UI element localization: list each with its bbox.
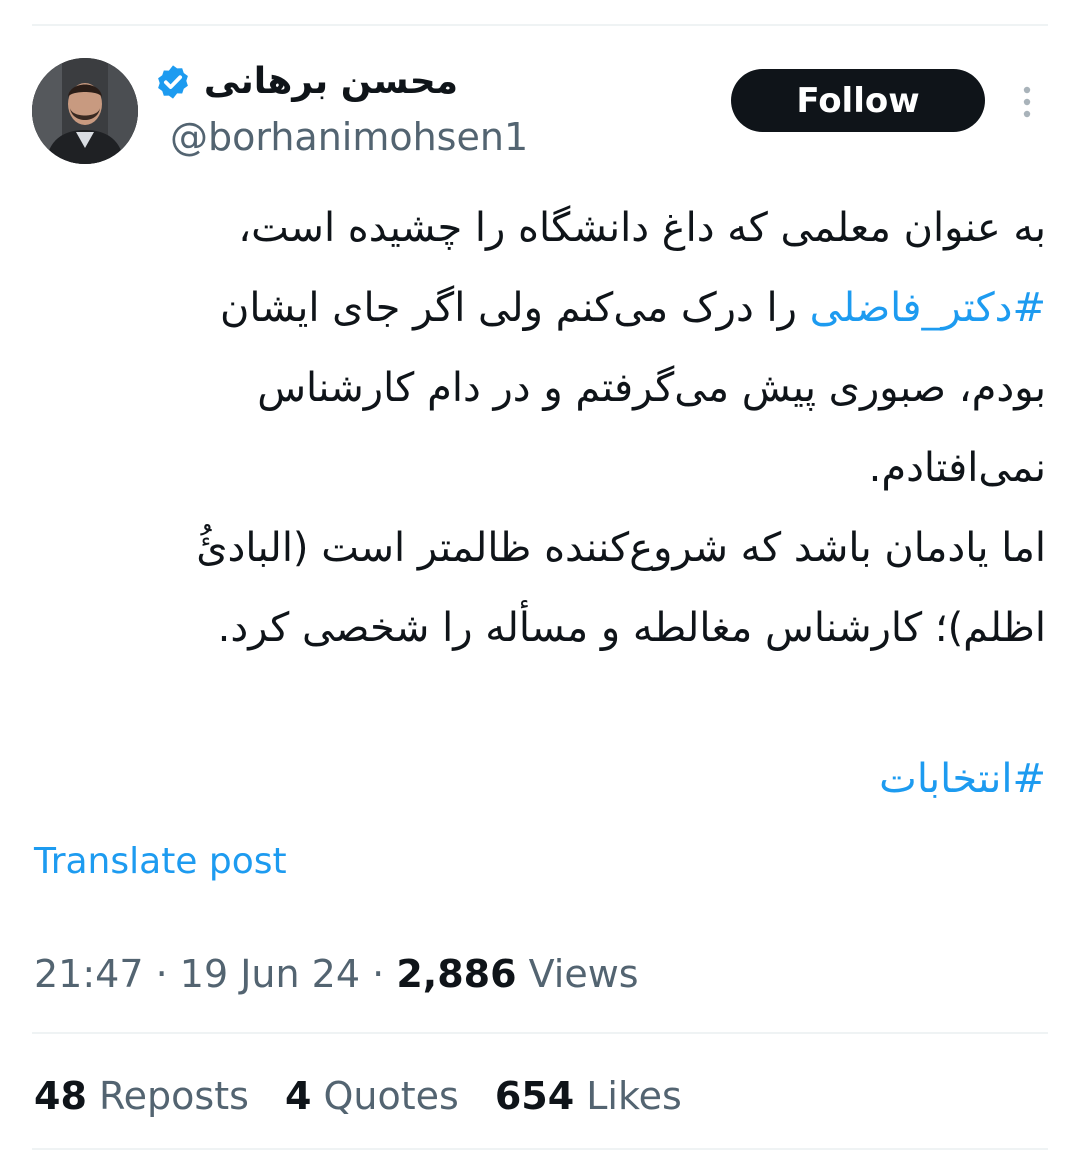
tweet-line: نمی‌افتادم. <box>34 428 1046 508</box>
translate-post-link[interactable]: Translate post <box>34 838 287 886</box>
hashtag-link-elections[interactable]: #انتخابات <box>879 756 1046 802</box>
verified-badge-icon <box>157 65 188 99</box>
author-avatar[interactable] <box>32 58 138 164</box>
reposts-stat[interactable]: 48 Reposts <box>34 1070 249 1122</box>
meta-separator: · <box>372 952 385 996</box>
more-options-icon[interactable] <box>1012 82 1042 122</box>
tweet-line: بودم، صبوری پیش می‌گرفتم و در دام کارشنا… <box>34 348 1046 428</box>
quotes-stat[interactable]: 4 Quotes <box>285 1070 459 1122</box>
likes-count: 654 <box>494 1074 575 1118</box>
hashtag-link[interactable]: #دکتر_فاضلی <box>810 285 1046 331</box>
engagement-stats: 48 Reposts 4 Quotes 654 Likes <box>34 1070 682 1122</box>
author-handle[interactable]: @borhanimohsen1 <box>170 114 528 160</box>
tweet-text-segment: به عنوان معلمی که داغ دانشگاه را چشیده ا… <box>238 205 1046 251</box>
tweet-text-segment: بودم، صبوری پیش می‌گرفتم و در دام کارشنا… <box>257 365 1046 411</box>
top-divider <box>32 24 1048 26</box>
tweet-text-segment: را درک می‌کنم ولی اگر جای ایشان <box>219 285 810 331</box>
bottom-divider <box>32 1148 1048 1150</box>
views-count: 2,886 <box>396 952 517 996</box>
tweet-text-segment: اظلم)؛ کارشناس مغالطه و مسأله را شخصی کر… <box>217 605 1046 651</box>
follow-button[interactable]: Follow <box>731 69 985 132</box>
author-display-name[interactable]: محسن برهانی <box>204 60 458 104</box>
likes-label: Likes <box>586 1074 682 1118</box>
profile-photo <box>32 58 138 164</box>
reposts-label: Reposts <box>98 1074 249 1118</box>
quotes-count: 4 <box>284 1074 312 1118</box>
quotes-label: Quotes <box>323 1074 459 1118</box>
meta-separator: · <box>155 952 168 996</box>
reposts-count: 48 <box>34 1074 87 1118</box>
trailing-hashtag-row: #انتخابات <box>879 739 1046 819</box>
post-date[interactable]: 19 Jun 24 <box>180 952 360 996</box>
tweet-line: اظلم)؛ کارشناس مغالطه و مسأله را شخصی کر… <box>34 588 1046 668</box>
tweet-text: به عنوان معلمی که داغ دانشگاه را چشیده ا… <box>34 188 1046 668</box>
views-label: Views <box>528 952 639 996</box>
tweet-line: به عنوان معلمی که داغ دانشگاه را چشیده ا… <box>34 188 1046 268</box>
tweet-text-segment: اما یادمان باشد که شروع‌کننده ظالمتر است… <box>196 525 1046 571</box>
author-name-row: محسن برهانی <box>154 60 458 104</box>
stats-divider <box>32 1032 1048 1034</box>
tweet-line: اما یادمان باشد که شروع‌کننده ظالمتر است… <box>34 508 1046 588</box>
tweet-line: #دکتر_فاضلی را درک می‌کنم ولی اگر جای ای… <box>34 268 1046 348</box>
likes-stat[interactable]: 654 Likes <box>495 1070 682 1122</box>
tweet-text-segment: نمی‌افتادم. <box>868 445 1046 491</box>
post-metadata: 21:47 · 19 Jun 24 · 2,886 Views <box>34 948 639 1000</box>
post-time[interactable]: 21:47 <box>34 952 144 996</box>
